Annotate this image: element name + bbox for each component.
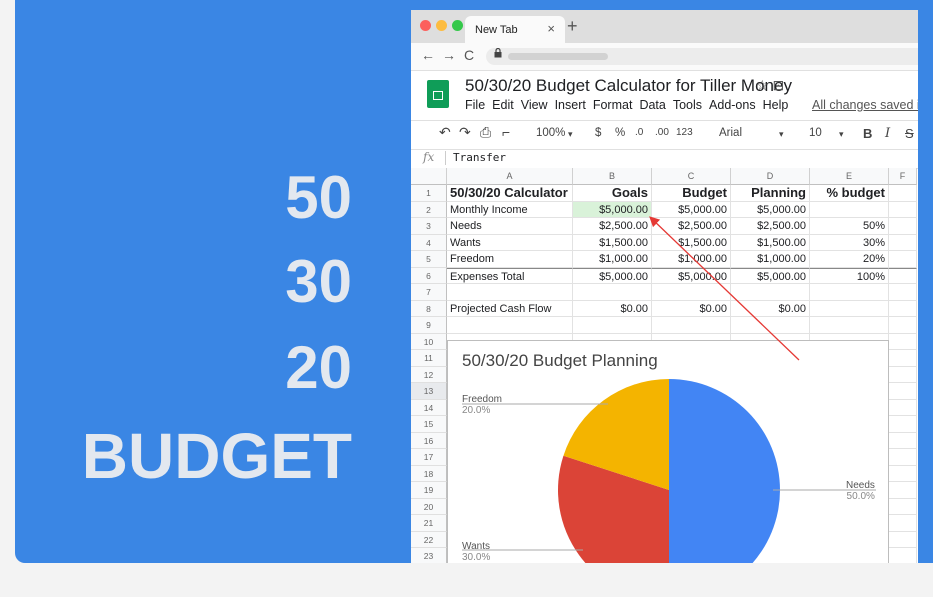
- headline-budget: BUDGET: [81, 420, 352, 492]
- browser-window: New Tab × + ← → C 50/30/20 Budget Calcul…: [411, 10, 918, 563]
- headline-50: 50: [285, 164, 352, 231]
- headline-20: 20: [285, 334, 352, 401]
- annotation-arrow: [649, 216, 800, 361]
- headline-30: 30: [285, 248, 352, 315]
